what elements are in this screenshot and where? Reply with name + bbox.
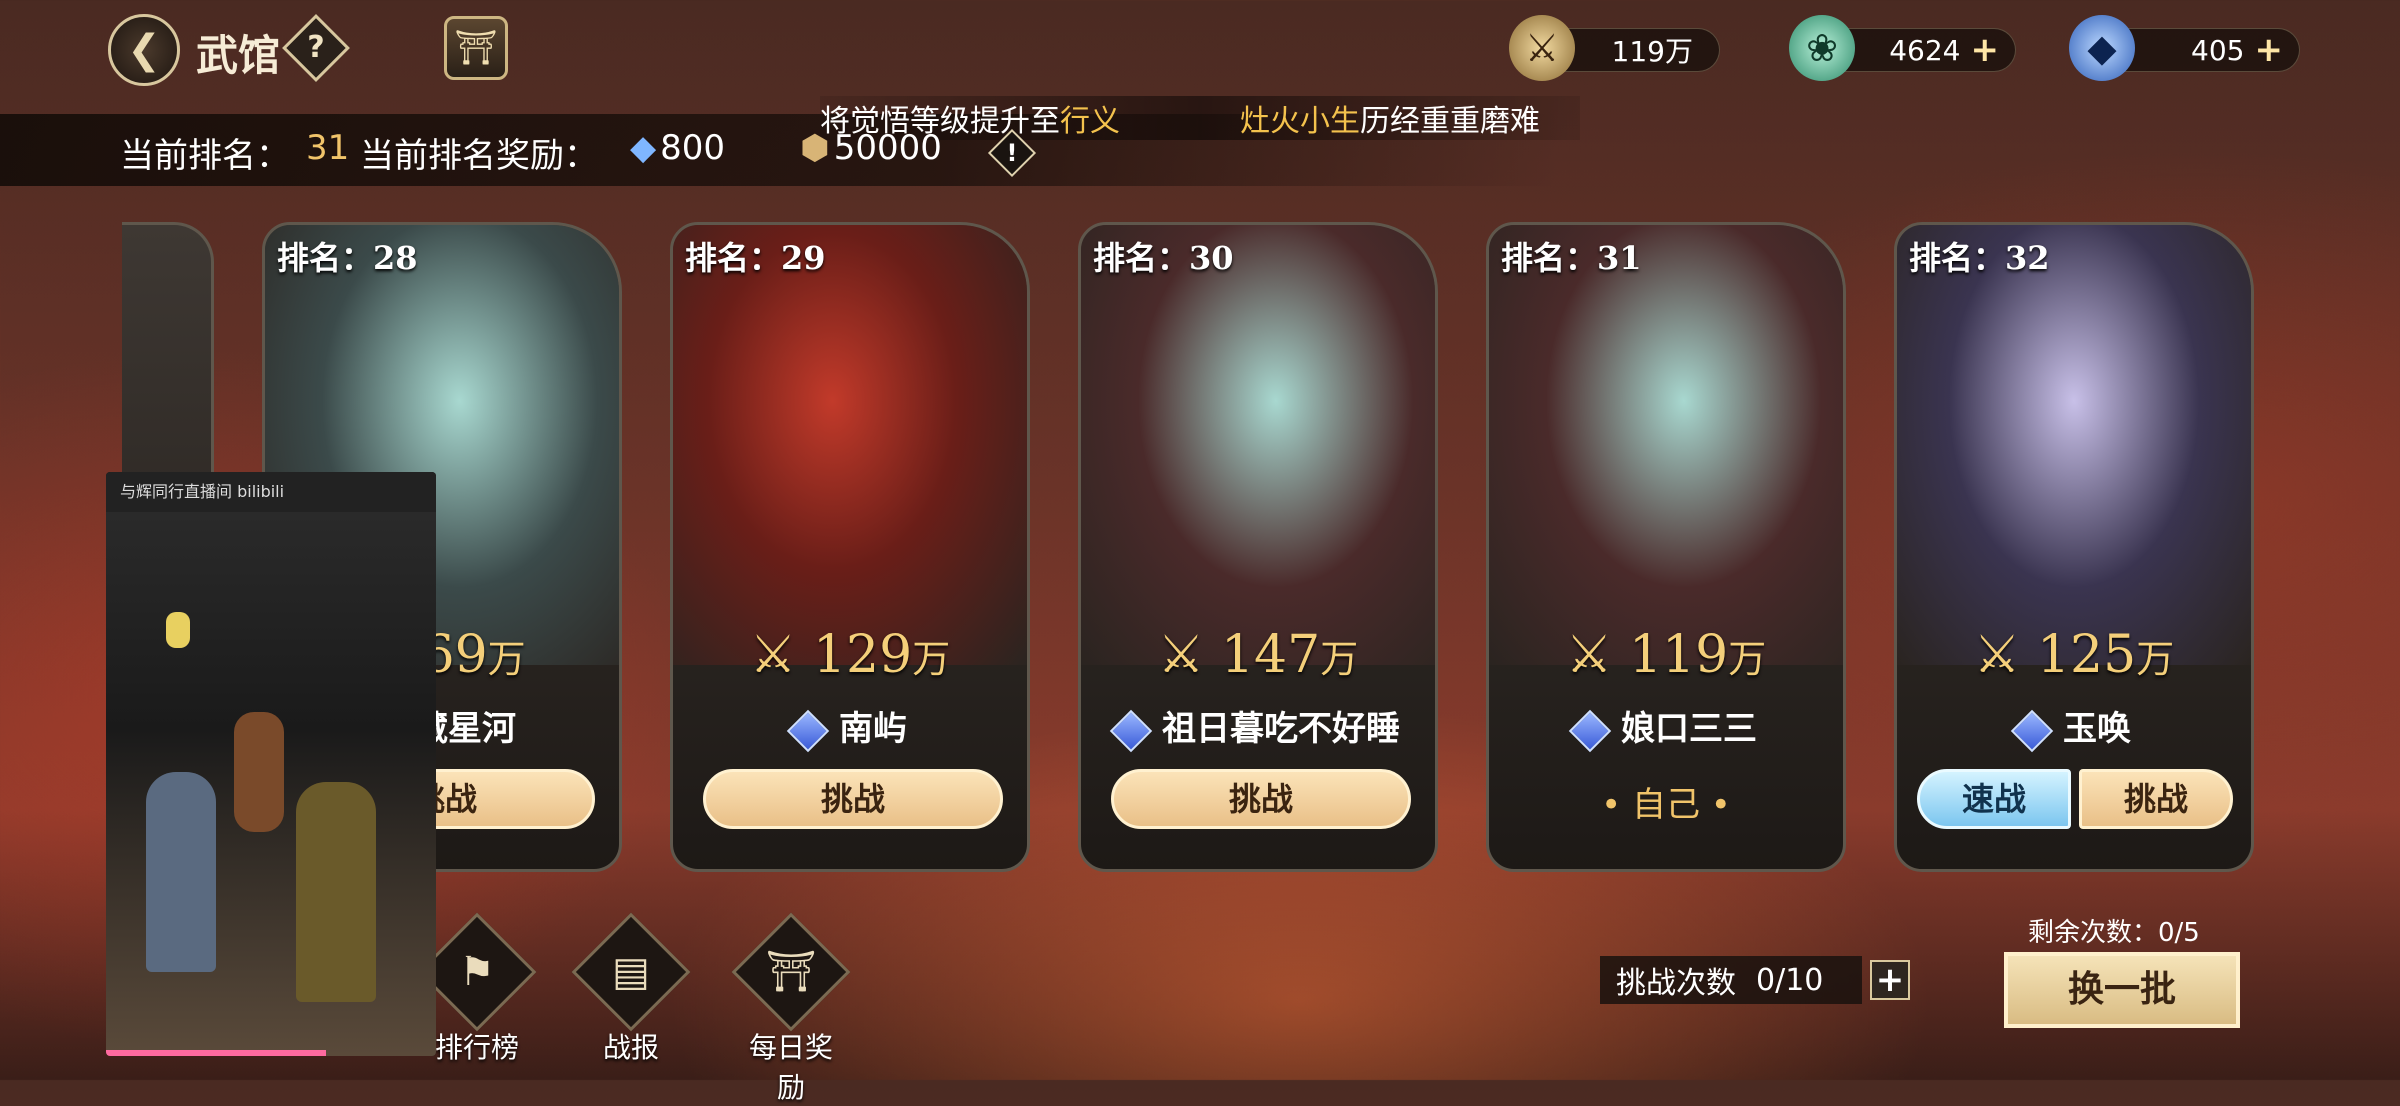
card-rank: 排名：29 <box>685 239 826 277</box>
challenge-button[interactable]: 挑战 <box>1111 769 1411 829</box>
card-rank: 排名：28 <box>277 239 418 277</box>
challenge-tries: 挑战次数 0/10 <box>1600 956 1862 1004</box>
shop-icon[interactable]: ⛩ <box>444 16 508 80</box>
rank-gem-icon <box>1109 709 1153 752</box>
remaining-refreshes: 剩余次数：0/5 <box>2028 918 2200 948</box>
help-icon: ? <box>307 30 325 65</box>
rank-reward-label: 当前排名奖励： <box>360 136 598 176</box>
card-power: ⚔ 147万 <box>1157 625 1359 685</box>
opponent-card[interactable]: 排名：30 ⚔ 147万 祖日暮吃不好睡 挑战 <box>1078 222 1438 872</box>
rank-gem-icon <box>1568 709 1612 752</box>
leaderboard-button[interactable]: ⚑ 排行榜 <box>417 912 537 1066</box>
character-portrait <box>673 225 1027 665</box>
card-player-name: 玉唤 <box>1897 701 2251 752</box>
refresh-button[interactable]: 换一批 <box>2004 952 2240 1028</box>
help-button[interactable]: ? <box>282 14 350 82</box>
challenge-button[interactable]: 挑战 <box>703 769 1003 829</box>
stream-progress <box>106 1050 326 1056</box>
jade-icon: ❀ <box>1789 15 1855 81</box>
back-button[interactable]: ❮ <box>108 14 180 86</box>
crystal-resource: ◆ 405 + <box>2069 15 2300 81</box>
add-jade-button[interactable]: + <box>1971 30 2000 70</box>
reward-coin: ⬢ 50000 <box>800 128 942 168</box>
character-portrait <box>1897 225 2251 665</box>
power-resource: ⚔ 119万 <box>1509 15 1720 81</box>
opponent-card[interactable]: 排名：32 ⚔ 125万 玉唤 速战 挑战 <box>1894 222 2254 872</box>
rank-gem-icon <box>786 709 830 752</box>
current-rank-value: 31 <box>306 128 350 168</box>
current-rank-label: 当前排名： <box>120 136 290 176</box>
character-portrait <box>1489 225 1843 665</box>
page-title: 武馆 <box>196 31 281 80</box>
power-icon: ⚔ <box>1509 15 1575 81</box>
reward-crystal: ◆ 800 <box>630 128 726 168</box>
card-player-name: 祖日暮吃不好睡 <box>1081 701 1435 752</box>
add-crystal-button[interactable]: + <box>2255 30 2284 70</box>
card-rank: 排名：30 <box>1093 239 1234 277</box>
card-player-name: 娘口三三 <box>1489 701 1843 752</box>
book-icon: ▤ <box>612 949 650 995</box>
coin-icon: ⬢ <box>800 128 830 168</box>
opponent-card[interactable]: 排名：29 ⚔ 129万 南屿 挑战 <box>670 222 1030 872</box>
live-stream-overlay[interactable]: 与辉同行直播间 bilibili <box>106 472 436 1056</box>
card-power: ⚔ 125万 <box>1973 625 2175 685</box>
battle-report-button[interactable]: ▤ 战报 <box>571 912 691 1066</box>
self-card: 排名：31 ⚔ 119万 娘口三三 • 自己 • <box>1486 222 1846 872</box>
stream-header: 与辉同行直播间 bilibili <box>106 472 436 512</box>
character-portrait <box>1081 225 1435 665</box>
leaderboard-icon: ⚑ <box>459 949 495 995</box>
jade-resource: ❀ 4624 + <box>1789 15 2016 81</box>
crystal-icon: ◆ <box>2069 15 2135 81</box>
self-label: • 自己 • <box>1601 785 1731 825</box>
exclamation-icon: ! <box>1006 139 1018 167</box>
add-tries-button[interactable]: + <box>1870 960 1910 1000</box>
back-arrow-icon: ❮ <box>127 27 161 73</box>
gift-icon: ⛩ <box>765 949 817 995</box>
challenge-button[interactable]: 挑战 <box>2079 769 2233 829</box>
crystal-icon: ◆ <box>630 128 657 168</box>
card-player-name: 南屿 <box>673 701 1027 752</box>
card-rank: 排名：32 <box>1909 239 2050 277</box>
quick-battle-button[interactable]: 速战 <box>1917 769 2071 829</box>
stream-video <box>106 512 436 1056</box>
card-power: ⚔ 119万 <box>1565 625 1767 685</box>
card-rank: 排名：31 <box>1501 239 1642 277</box>
card-power: ⚔ 129万 <box>749 625 951 685</box>
rank-gem-icon <box>2010 709 2054 752</box>
